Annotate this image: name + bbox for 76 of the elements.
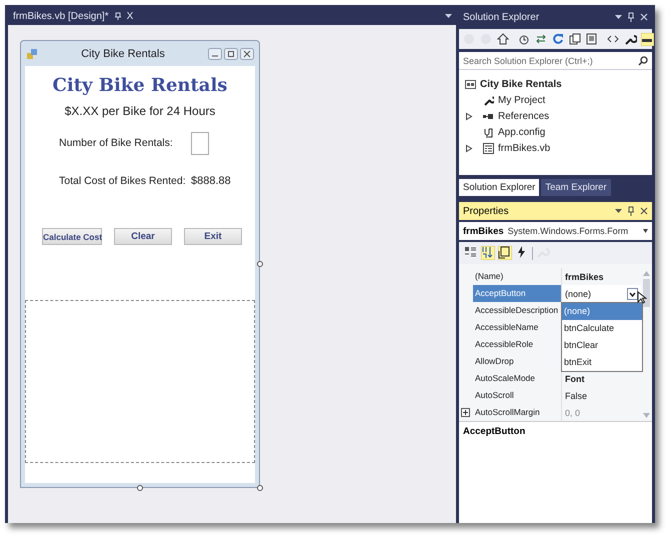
- maximize-button[interactable]: [224, 48, 238, 60]
- dropdown-option[interactable]: btnCalculate: [562, 320, 642, 337]
- property-name[interactable]: AutoScrollMargin: [473, 404, 561, 421]
- property-name[interactable]: AccessibleRole: [473, 336, 561, 353]
- home-icon[interactable]: [497, 32, 510, 46]
- close-button[interactable]: X: [126, 11, 134, 22]
- description-title: AcceptButton: [463, 426, 526, 437]
- properties-icon[interactable]: [498, 246, 512, 260]
- object-selector[interactable]: frmBikes System.Windows.Forms.Form: [459, 222, 652, 240]
- tree-item[interactable]: References: [498, 110, 550, 122]
- form-button[interactable]: Clear: [114, 228, 172, 245]
- object-name: frmBikes: [463, 226, 504, 236]
- tree-item[interactable]: App.config: [498, 126, 546, 138]
- form-button[interactable]: Calculate Cost: [42, 228, 102, 245]
- tree-item[interactable]: My Project: [498, 94, 546, 106]
- copy-icon[interactable]: [569, 32, 582, 46]
- dropdown-arrow-icon[interactable]: [445, 14, 452, 19]
- property-name[interactable]: (Name): [473, 268, 561, 285]
- dropdown-option[interactable]: btnExit: [562, 354, 642, 371]
- expand-arrow-icon[interactable]: [465, 144, 473, 152]
- property-value[interactable]: Font: [565, 374, 584, 384]
- dropdown-option[interactable]: (none): [562, 303, 642, 320]
- quantity-label: Number of Bike Rentals:: [59, 137, 174, 149]
- dropdown-arrow-icon[interactable]: [615, 208, 622, 214]
- pin-icon[interactable]: [627, 206, 635, 216]
- tree-item[interactable]: City Bike Rentals: [480, 78, 562, 90]
- document-tab[interactable]: frmBikes.vb [Design]*: [13, 11, 109, 22]
- form-button[interactable]: Exit: [184, 228, 242, 245]
- dropdown-button[interactable]: [627, 288, 638, 300]
- documents-icon[interactable]: [586, 32, 599, 46]
- property-value[interactable]: frmBikes: [565, 272, 604, 282]
- panel-title: Solution Explorer: [463, 12, 540, 22]
- form-file-icon: [483, 142, 494, 154]
- quantity-input[interactable]: [191, 132, 209, 154]
- property-name[interactable]: AllowDrop: [473, 353, 561, 370]
- total-value: $888.88: [191, 175, 231, 187]
- minimize-button[interactable]: [208, 48, 222, 60]
- scroll-thumb[interactable]: [643, 279, 650, 307]
- clock-icon[interactable]: [518, 32, 531, 46]
- config-file-icon: [483, 126, 494, 138]
- expand-arrow-icon[interactable]: [465, 112, 473, 120]
- rate-label: $X.XX per Bike for 24 Hours: [64, 104, 216, 118]
- dropdown-arrow-icon[interactable]: [615, 14, 622, 20]
- object-type: System.Windows.Forms.Form: [508, 226, 628, 236]
- property-value[interactable]: False: [565, 390, 588, 400]
- solution-icon: [465, 78, 476, 90]
- dropdown-option[interactable]: btnClear: [562, 337, 642, 354]
- panel-tab[interactable]: Solution Explorer: [459, 179, 540, 196]
- wrench-icon: [483, 94, 494, 106]
- tree-item[interactable]: frmBikes.vb: [498, 142, 550, 154]
- preview-icon[interactable]: [641, 32, 654, 46]
- property-name[interactable]: AutoScaleMode: [473, 370, 561, 387]
- search-icon[interactable]: [638, 56, 648, 66]
- property-name[interactable]: AccessibleName: [473, 319, 561, 336]
- app-icon: [26, 48, 38, 60]
- property-name[interactable]: AccessibleDescription: [473, 302, 561, 319]
- panel-title: Properties: [463, 206, 509, 216]
- sync-icon[interactable]: [535, 32, 548, 46]
- dropdown-arrow-icon[interactable]: [643, 229, 648, 233]
- property-name[interactable]: AcceptButton: [473, 285, 561, 302]
- wrench-icon[interactable]: [624, 32, 637, 46]
- search-field[interactable]: Search Solution Explorer (Ctrl+;): [459, 52, 652, 69]
- resize-handle[interactable]: [257, 261, 263, 267]
- refresh-icon[interactable]: [552, 32, 565, 46]
- resize-handle[interactable]: [137, 485, 143, 491]
- expand-icon[interactable]: [461, 408, 470, 417]
- close-icon[interactable]: [640, 207, 648, 215]
- property-value[interactable]: (none): [565, 288, 592, 298]
- window-title: City Bike Rentals: [80, 48, 166, 60]
- total-label: Total Cost of Bikes Rented:: [59, 175, 187, 187]
- property-name[interactable]: AutoScroll: [473, 387, 561, 404]
- panel-tab[interactable]: Team Explorer: [541, 179, 611, 196]
- form-heading: City Bike Rentals: [52, 75, 228, 96]
- resize-handle[interactable]: [257, 485, 263, 491]
- close-button[interactable]: [240, 48, 254, 60]
- sort-icon[interactable]: [481, 246, 495, 260]
